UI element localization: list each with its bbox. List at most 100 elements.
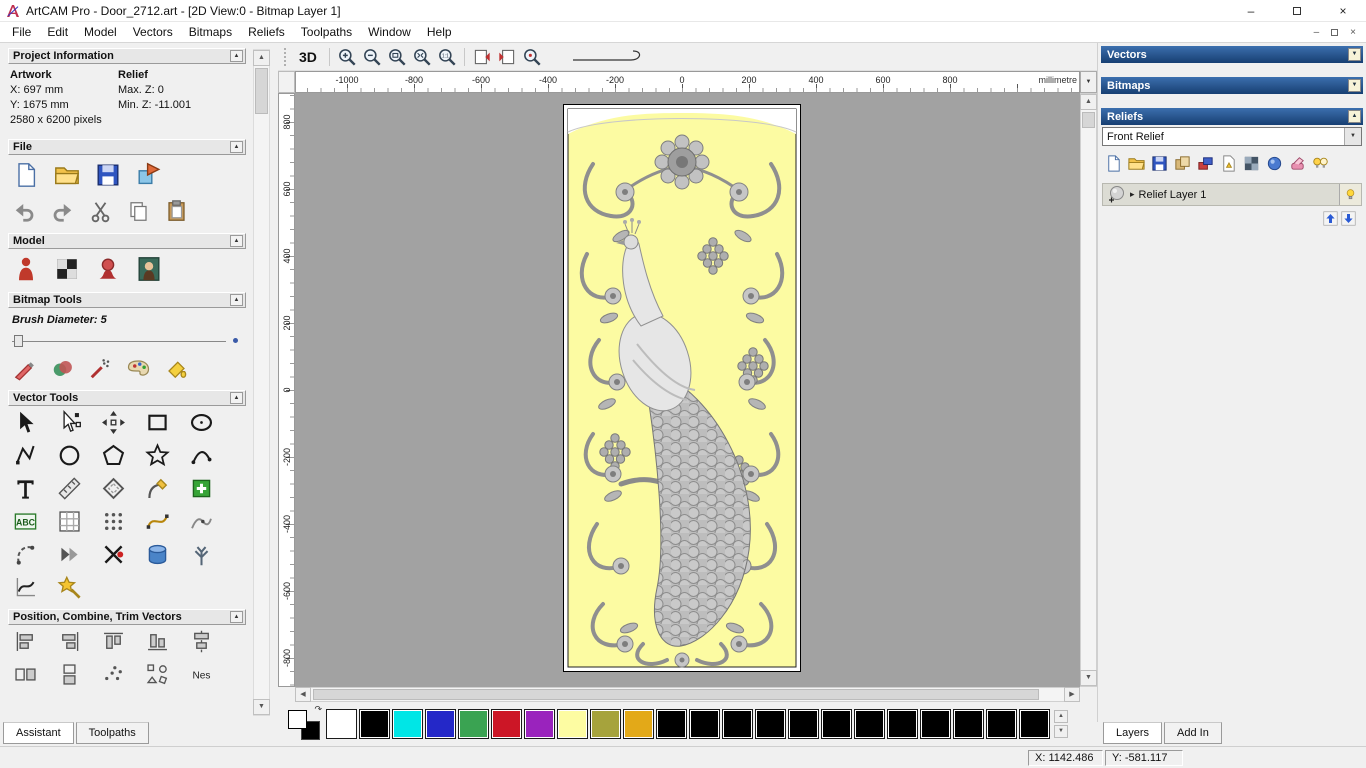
save-relief-icon[interactable] <box>1150 154 1169 173</box>
sphere-icon[interactable] <box>1265 154 1284 173</box>
vectors-header[interactable]: Vectors ▼ <box>1101 46 1363 63</box>
paste-along-curve-icon[interactable] <box>56 508 83 535</box>
cut-icon[interactable] <box>88 199 113 224</box>
delete-relief-icon[interactable] <box>1288 154 1307 173</box>
palette-swatch[interactable] <box>689 709 720 739</box>
layer-expander-icon[interactable]: ▸ <box>1130 189 1135 200</box>
layer-visibility-bulb-icon[interactable] <box>1339 184 1361 205</box>
canvas-viewport[interactable] <box>295 93 1080 687</box>
arrow-icon[interactable] <box>56 541 83 568</box>
bitmaps-header[interactable]: Bitmaps ▼ <box>1101 77 1363 94</box>
next-bitmap-layer-icon[interactable] <box>496 46 518 68</box>
collapse-model-button[interactable]: ▲ <box>230 235 243 247</box>
menu-reliefs[interactable]: Reliefs <box>240 23 293 41</box>
create-text-icon[interactable] <box>12 475 39 502</box>
swap-colours-icon[interactable]: ↷ <box>314 704 322 715</box>
menu-toolpaths[interactable]: Toolpaths <box>293 23 360 41</box>
palette-swatch[interactable] <box>524 709 555 739</box>
relief-selector-arrow-icon[interactable]: ▼ <box>1344 128 1361 145</box>
palette-swatch[interactable] <box>656 709 687 739</box>
select-vectors-icon[interactable] <box>12 409 39 436</box>
scroll-right-button[interactable]: ▶ <box>1064 687 1080 702</box>
redo-icon[interactable] <box>50 199 75 224</box>
child-close-button[interactable]: × <box>1350 27 1356 38</box>
spray-icon[interactable] <box>88 356 113 381</box>
palette-swatch[interactable] <box>986 709 1017 739</box>
load-picture-icon[interactable] <box>135 255 163 283</box>
create-ellipse-icon[interactable] <box>188 409 215 436</box>
palette-swatch[interactable] <box>359 709 390 739</box>
create-rectangle-icon[interactable] <box>144 409 171 436</box>
copy-icon[interactable] <box>126 199 151 224</box>
zoom-fit-icon[interactable] <box>411 46 433 68</box>
tab-assistant[interactable]: Assistant <box>3 722 74 744</box>
scroll-left-button[interactable]: ◀ <box>295 687 311 702</box>
menu-vectors[interactable]: Vectors <box>125 23 181 41</box>
menu-edit[interactable]: Edit <box>39 23 76 41</box>
palette-swatch[interactable] <box>755 709 786 739</box>
palette-swatch[interactable] <box>425 709 456 739</box>
relief-layer-row[interactable]: ▸ Relief Layer 1 <box>1102 183 1362 206</box>
palette-swatch[interactable] <box>920 709 951 739</box>
paint-icon[interactable] <box>12 356 37 381</box>
brush-stroke-preview[interactable] <box>569 47 661 67</box>
palette-swatch[interactable] <box>557 709 588 739</box>
view-3d-button[interactable]: 3D <box>293 49 323 65</box>
create-circle-icon[interactable] <box>56 442 83 469</box>
scatter-icon[interactable] <box>144 661 171 688</box>
scroll-down-button[interactable]: ▼ <box>253 699 270 715</box>
new-relief-layer-icon[interactable] <box>1104 154 1123 173</box>
close-button[interactable]: × <box>1320 0 1366 21</box>
fillet-icon[interactable] <box>144 475 171 502</box>
create-polygon-icon[interactable] <box>100 442 127 469</box>
align-top-icon[interactable] <box>100 628 127 655</box>
palette-swatch[interactable] <box>788 709 819 739</box>
ruler-units-dropdown[interactable]: ▼ <box>1080 71 1097 93</box>
previous-bitmap-layer-icon[interactable] <box>471 46 493 68</box>
scroll-down-button[interactable]: ▼ <box>1080 670 1097 686</box>
hscroll-thumb[interactable] <box>313 689 1039 700</box>
undo-icon[interactable] <box>12 199 37 224</box>
palette-swatch[interactable] <box>821 709 852 739</box>
menu-model[interactable]: Model <box>76 23 125 41</box>
paste-vector-icon[interactable] <box>188 475 215 502</box>
menu-help[interactable]: Help <box>419 23 460 41</box>
minimize-button[interactable]: – <box>1228 0 1274 21</box>
brush-slider-thumb[interactable] <box>14 335 23 347</box>
align-centre-icon[interactable] <box>188 628 215 655</box>
align-right-icon[interactable] <box>56 628 83 655</box>
create-arc-icon[interactable] <box>188 442 215 469</box>
tab-add-in[interactable]: Add In <box>1164 722 1222 744</box>
palette-swatch[interactable] <box>953 709 984 739</box>
primary-colour-swatch[interactable] <box>288 710 307 729</box>
adjust-model-icon[interactable] <box>12 255 40 283</box>
align-v-icon[interactable] <box>56 661 83 688</box>
block-paste-icon[interactable] <box>100 508 127 535</box>
palette-swatch[interactable] <box>1019 709 1050 739</box>
menu-file[interactable]: File <box>4 23 39 41</box>
scrollbar-thumb[interactable] <box>255 68 268 114</box>
transfer-layer-icon[interactable] <box>1196 154 1215 173</box>
move-layer-up-icon[interactable] <box>1323 211 1338 226</box>
menu-window[interactable]: Window <box>360 23 419 41</box>
collapse-bitmap-tools-button[interactable]: ▲ <box>230 294 243 306</box>
zoom-window-icon[interactable] <box>386 46 408 68</box>
canvas-hscrollbar[interactable]: ◀ ▶ <box>295 687 1080 702</box>
mirror-relief-icon[interactable] <box>1242 154 1261 173</box>
transform-vectors-icon[interactable] <box>100 409 127 436</box>
sheet-icon[interactable] <box>1219 154 1238 173</box>
draw-icon[interactable] <box>50 356 75 381</box>
scroll-up-button[interactable]: ▲ <box>253 50 270 66</box>
tab-toolpaths[interactable]: Toolpaths <box>75 722 149 744</box>
align-left-icon[interactable] <box>12 628 39 655</box>
assistant-scrollbar[interactable]: ▲ ▼ <box>253 49 270 716</box>
zoom-scale-icon[interactable]: 1:1 <box>436 46 458 68</box>
reliefs-header[interactable]: Reliefs ▲ <box>1101 108 1363 125</box>
toggle-all-bulb-icon[interactable] <box>1311 154 1330 173</box>
greyscale-preview-icon[interactable] <box>53 255 81 283</box>
brush-diameter-slider[interactable] <box>12 334 238 348</box>
canvas-vscrollbar[interactable]: ▲ ▼ <box>1080 93 1097 687</box>
maximize-button[interactable] <box>1274 0 1320 21</box>
palette-swatch[interactable] <box>590 709 621 739</box>
zoom-out-icon[interactable] <box>361 46 383 68</box>
